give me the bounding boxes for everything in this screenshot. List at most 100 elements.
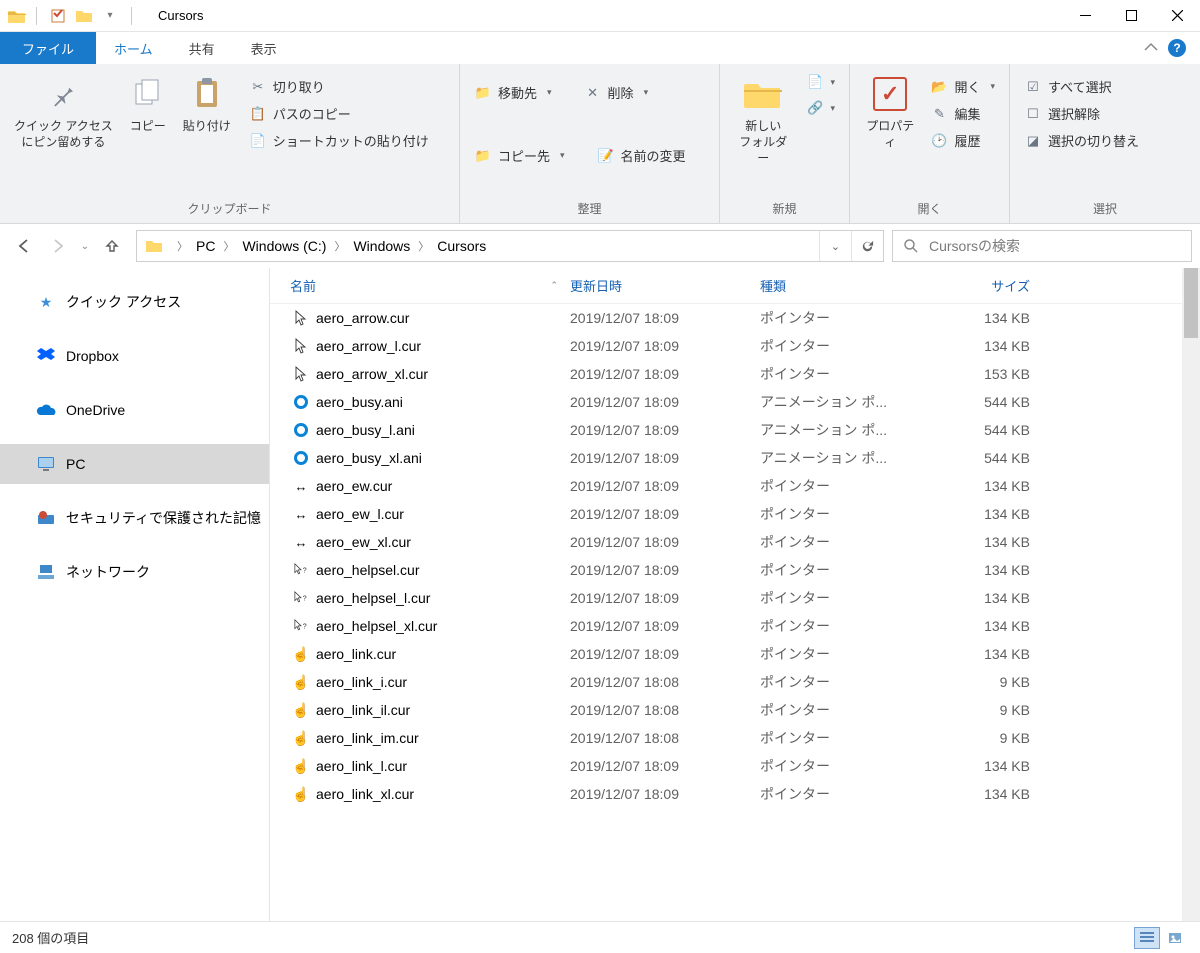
search-box[interactable] xyxy=(892,230,1192,262)
qat-properties[interactable] xyxy=(47,5,69,27)
file-row[interactable]: aero_busy.ani2019/12/07 18:09アニメーション ポ..… xyxy=(270,388,1182,416)
vertical-scrollbar[interactable] xyxy=(1182,268,1200,921)
crumb-sep[interactable]: 〉 xyxy=(217,238,240,254)
nav-forward-button[interactable] xyxy=(42,230,74,262)
delete-button[interactable]: ✕削除 xyxy=(578,80,655,105)
paste-shortcut-button[interactable]: 📄ショートカットの貼り付け xyxy=(243,128,435,153)
crumb-sep[interactable]: 〉 xyxy=(171,238,194,254)
file-type-icon: ↔ xyxy=(290,479,312,494)
sidebar-item-network[interactable]: ネットワーク xyxy=(0,552,269,592)
tab-view[interactable]: 表示 xyxy=(233,32,295,64)
file-row[interactable]: aero_arrow.cur2019/12/07 18:09ポインター134 K… xyxy=(270,304,1182,332)
sidebar-item-pc[interactable]: PC xyxy=(0,444,269,484)
copy-to-button[interactable]: 📁コピー先 xyxy=(468,143,571,168)
easy-access-dropdown[interactable]: 🔗▾ xyxy=(800,96,841,120)
select-none-button[interactable]: ☐選択解除 xyxy=(1018,101,1145,126)
tab-share[interactable]: 共有 xyxy=(171,32,233,64)
file-row[interactable]: ☝aero_link_il.cur2019/12/07 18:08ポインター9 … xyxy=(270,696,1182,724)
file-row[interactable]: ☝aero_link_xl.cur2019/12/07 18:09ポインター13… xyxy=(270,780,1182,808)
rename-button[interactable]: 📝名前の変更 xyxy=(591,143,692,168)
file-row[interactable]: ?aero_helpsel_xl.cur2019/12/07 18:09ポインタ… xyxy=(270,612,1182,640)
file-size: 134 KB xyxy=(910,646,1030,662)
copy-button[interactable]: コピー xyxy=(119,70,177,138)
tab-file[interactable]: ファイル xyxy=(0,32,96,64)
tab-home[interactable]: ホーム xyxy=(96,32,171,64)
cut-button[interactable]: ✂切り取り xyxy=(243,74,435,99)
details-view-button[interactable] xyxy=(1134,927,1160,949)
nav-recent-dropdown[interactable]: ⌄ xyxy=(76,230,94,262)
qat-folder[interactable] xyxy=(73,5,95,27)
history-button[interactable]: 🕑履歴 xyxy=(924,128,1001,153)
open-button[interactable]: 📂開く xyxy=(924,74,1001,99)
new-folder-button[interactable]: 新しい フォルダー xyxy=(728,70,798,171)
address-dropdown[interactable]: ⌄ xyxy=(819,231,851,261)
minimize-button[interactable] xyxy=(1062,0,1108,32)
file-row[interactable]: ↔aero_ew_l.cur2019/12/07 18:09ポインター134 K… xyxy=(270,500,1182,528)
select-all-button[interactable]: ☑すべて選択 xyxy=(1018,74,1145,99)
help-button[interactable]: ? xyxy=(1168,39,1186,57)
qat-dropdown[interactable]: ▾ xyxy=(99,5,121,27)
copy-icon xyxy=(128,74,168,114)
invert-selection-button[interactable]: ◪選択の切り替え xyxy=(1018,128,1145,153)
address-bar[interactable]: 〉 PC 〉 Windows (C:) 〉 Windows 〉 Cursors … xyxy=(136,230,884,262)
file-size: 9 KB xyxy=(910,674,1030,690)
col-type[interactable]: 種類 xyxy=(760,276,910,295)
file-date: 2019/12/07 18:08 xyxy=(570,730,760,746)
properties-button[interactable]: プロパティ xyxy=(858,70,922,154)
scrollbar-thumb[interactable] xyxy=(1184,268,1198,338)
crumb-pc[interactable]: PC xyxy=(194,238,217,254)
crumb-sep[interactable]: 〉 xyxy=(328,238,351,254)
file-row[interactable]: ↔aero_ew_xl.cur2019/12/07 18:09ポインター134 … xyxy=(270,528,1182,556)
nav-up-button[interactable] xyxy=(96,230,128,262)
file-row[interactable]: ?aero_helpsel.cur2019/12/07 18:09ポインター13… xyxy=(270,556,1182,584)
col-name[interactable]: 名前⌃ xyxy=(290,276,570,295)
titlebar: ▾ Cursors xyxy=(0,0,1200,32)
sidebar-item-dropbox[interactable]: Dropbox xyxy=(0,336,269,376)
sidebar-item-quick-access[interactable]: ★クイック アクセス xyxy=(0,282,269,322)
file-row[interactable]: ☝aero_link_im.cur2019/12/07 18:08ポインター9 … xyxy=(270,724,1182,752)
file-row[interactable]: aero_arrow_l.cur2019/12/07 18:09ポインター134… xyxy=(270,332,1182,360)
file-date: 2019/12/07 18:09 xyxy=(570,394,760,410)
close-button[interactable] xyxy=(1154,0,1200,32)
file-type: ポインター xyxy=(760,672,910,692)
move-to-button[interactable]: 📁移動先 xyxy=(468,80,558,105)
copy-path-button[interactable]: 📋パスのコピー xyxy=(243,101,435,126)
paste-button[interactable]: 貼り付け xyxy=(177,70,237,138)
file-row[interactable]: aero_busy_xl.ani2019/12/07 18:09アニメーション … xyxy=(270,444,1182,472)
file-type-icon: ☝ xyxy=(290,786,312,803)
file-row[interactable]: aero_arrow_xl.cur2019/12/07 18:09ポインター15… xyxy=(270,360,1182,388)
file-name: aero_link_il.cur xyxy=(312,702,570,718)
new-item-dropdown[interactable]: 📄▾ xyxy=(800,70,841,94)
file-date: 2019/12/07 18:09 xyxy=(570,478,760,494)
edit-button[interactable]: ✎編集 xyxy=(924,101,1001,126)
file-row[interactable]: ☝aero_link_l.cur2019/12/07 18:09ポインター134… xyxy=(270,752,1182,780)
maximize-button[interactable] xyxy=(1108,0,1154,32)
file-row[interactable]: ?aero_helpsel_l.cur2019/12/07 18:09ポインター… xyxy=(270,584,1182,612)
sidebar-item-security[interactable]: セキュリティで保護された記憶 xyxy=(0,498,269,538)
cut-icon: ✂ xyxy=(249,78,267,96)
crumb-windows[interactable]: Windows xyxy=(351,238,412,254)
file-size: 134 KB xyxy=(910,506,1030,522)
col-date[interactable]: 更新日時 xyxy=(570,276,760,295)
file-date: 2019/12/07 18:09 xyxy=(570,646,760,662)
ribbon-collapse-button[interactable] xyxy=(1144,39,1158,57)
file-row[interactable]: ↔aero_ew.cur2019/12/07 18:09ポインター134 KB xyxy=(270,472,1182,500)
col-size[interactable]: サイズ xyxy=(910,276,1030,295)
file-type-icon: ? xyxy=(290,618,312,634)
search-input[interactable] xyxy=(929,238,1181,254)
file-row[interactable]: ☝aero_link_i.cur2019/12/07 18:08ポインター9 K… xyxy=(270,668,1182,696)
nav-back-button[interactable] xyxy=(8,230,40,262)
svg-text:?: ? xyxy=(303,568,307,575)
refresh-button[interactable] xyxy=(851,231,883,261)
sidebar-item-onedrive[interactable]: OneDrive xyxy=(0,390,269,430)
crumb-sep[interactable]: 〉 xyxy=(412,238,435,254)
file-size: 544 KB xyxy=(910,422,1030,438)
file-date: 2019/12/07 18:09 xyxy=(570,366,760,382)
file-date: 2019/12/07 18:09 xyxy=(570,562,760,578)
pin-to-quick-access-button[interactable]: クイック アクセス にピン留めする xyxy=(8,70,119,154)
crumb-drive[interactable]: Windows (C:) xyxy=(240,238,328,254)
crumb-cursors[interactable]: Cursors xyxy=(435,238,488,254)
thumbnails-view-button[interactable] xyxy=(1162,927,1188,949)
file-row[interactable]: ☝aero_link.cur2019/12/07 18:09ポインター134 K… xyxy=(270,640,1182,668)
file-row[interactable]: aero_busy_l.ani2019/12/07 18:09アニメーション ポ… xyxy=(270,416,1182,444)
